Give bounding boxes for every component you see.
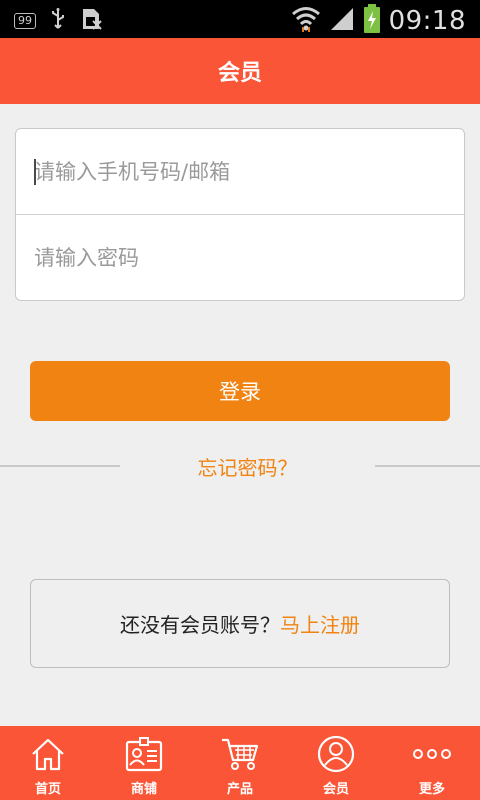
password-input[interactable]	[34, 246, 434, 270]
battery-charging-icon	[363, 4, 381, 38]
nav-label-products: 产品	[226, 782, 253, 797]
password-field[interactable]	[16, 215, 464, 301]
clock: 09:18	[388, 6, 466, 36]
phone-email-input[interactable]	[34, 159, 434, 184]
phone-email-field[interactable]	[16, 129, 464, 215]
nav-item-products[interactable]: 产品	[192, 726, 288, 800]
wifi-icon	[291, 5, 321, 37]
nav-item-shop[interactable]: 商铺	[96, 726, 192, 800]
cart-icon	[220, 734, 260, 774]
status-left: 99	[14, 8, 102, 34]
nav-item-more[interactable]: 更多	[384, 726, 480, 800]
notification-badge: 99	[14, 13, 36, 29]
login-button[interactable]: 登录	[30, 361, 450, 421]
register-prompt: 还没有会员账号？	[120, 613, 280, 637]
nav-label-member: 会员	[322, 782, 349, 797]
forgot-password-link[interactable]: 忘记密码？	[120, 452, 375, 481]
register-link[interactable]: 马上注册	[280, 609, 360, 638]
shop-badge-icon	[124, 734, 164, 774]
login-form	[15, 128, 465, 301]
status-right: 09:18	[291, 4, 466, 38]
member-icon	[316, 734, 356, 774]
nav-item-home[interactable]: 首页	[0, 726, 96, 800]
signal-icon	[329, 6, 355, 36]
divider-left	[0, 465, 120, 467]
bottom-nav: 首页 商铺 产品 会员 更多	[0, 726, 480, 800]
sim-icon	[80, 8, 102, 34]
usb-icon	[50, 8, 66, 34]
nav-label-home: 首页	[34, 782, 61, 797]
title-bar: 会员	[0, 38, 480, 104]
status-bar: 99 09:18	[0, 0, 480, 38]
nav-label-more: 更多	[418, 782, 445, 797]
home-icon	[28, 734, 68, 774]
page-title: 会员	[217, 61, 262, 86]
more-icon	[412, 734, 452, 774]
nav-item-member[interactable]: 会员	[288, 726, 384, 800]
divider-right	[375, 465, 480, 467]
text-caret	[34, 159, 36, 185]
nav-label-shop: 商铺	[130, 782, 157, 797]
register-box[interactable]: 还没有会员账号？ 马上注册	[30, 579, 450, 668]
